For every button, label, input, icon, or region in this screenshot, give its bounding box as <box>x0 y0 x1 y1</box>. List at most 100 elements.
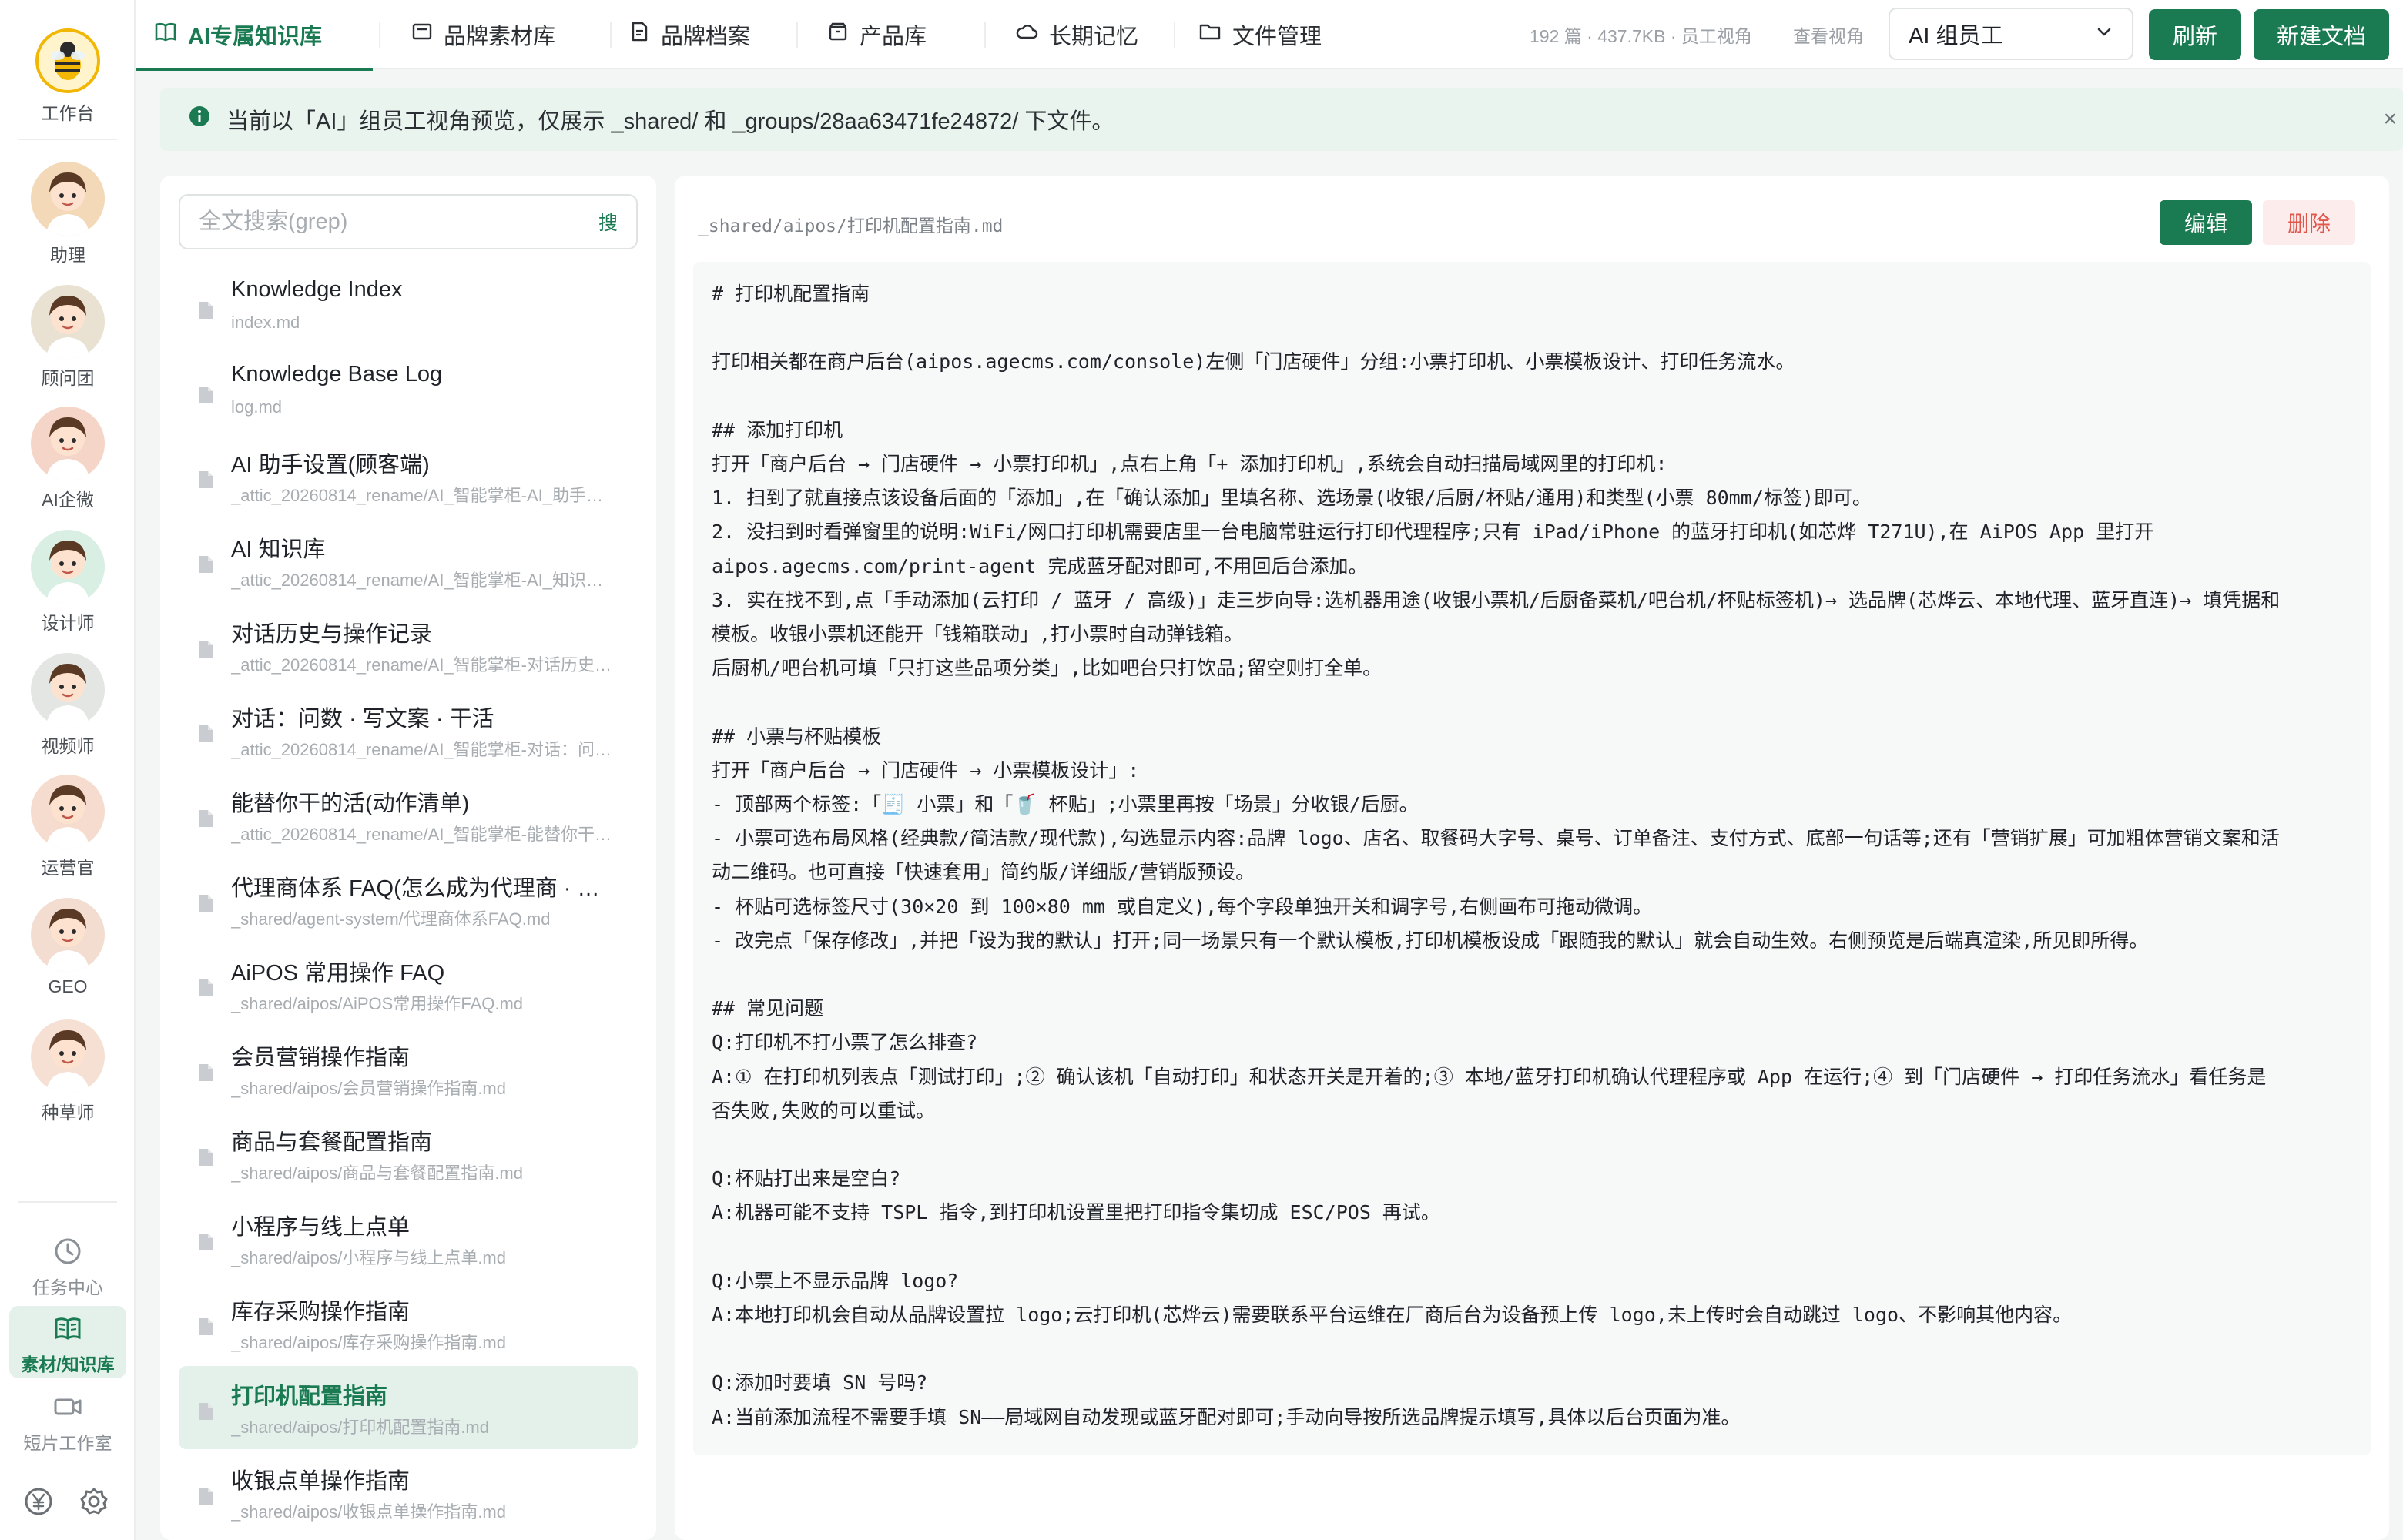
tab-label: 产品库 <box>860 25 927 49</box>
file-list-item[interactable]: 代理商体系 FAQ(怎么成为代理商 · 招商政策) _shared/agent-s… <box>179 858 638 941</box>
rail-tool-knowledge[interactable]: 素材/知识库 <box>9 1306 126 1378</box>
edit-button[interactable]: 编辑 <box>2160 200 2252 245</box>
file-list-item[interactable]: 小程序与线上点单 _shared/aipos/小程序与线上点单.md <box>179 1197 638 1280</box>
file-list-item[interactable]: 库存采购操作指南 _shared/aipos/库存采购操作指南.md <box>179 1281 638 1364</box>
file-list-item[interactable]: Knowledge Index index.md <box>179 265 638 348</box>
cloud-icon <box>1015 21 1038 49</box>
avatar <box>31 775 105 849</box>
folder-icon <box>1198 21 1222 49</box>
agent-label: 顾问团 <box>41 368 95 388</box>
delete-button[interactable]: 删除 <box>2263 200 2355 245</box>
agent-label: 视频师 <box>41 736 95 756</box>
gear-icon[interactable] <box>79 1486 109 1521</box>
tab-divider <box>1174 22 1175 48</box>
agent-item[interactable]: 种草师 <box>0 1019 136 1124</box>
file-list-item[interactable]: 对话历史与操作记录 _attic_20260814_rename/AI_智能掌柜-… <box>179 604 638 687</box>
yen-icon[interactable] <box>23 1486 54 1521</box>
file-list-item[interactable]: Knowledge Base Log log.md <box>179 350 638 433</box>
file-title: 库存采购操作指南 <box>231 1300 411 1324</box>
file-list-item[interactable]: 商品与套餐配置指南 _shared/aipos/商品与套餐配置指南.md <box>179 1112 638 1195</box>
file-list-panel: 搜 Knowledge Index index.md Knowledge Base … <box>160 176 656 1540</box>
file-list-item[interactable]: AiPOS 常用操作 FAQ _shared/aipos/AiPOS常用操作FAQ… <box>179 942 638 1026</box>
search-button[interactable]: 搜 <box>598 208 618 236</box>
agent-item[interactable]: 设计师 <box>0 530 136 634</box>
file-title: 对话：问数 · 写文案 · 干活 <box>231 707 494 732</box>
agent-item[interactable]: 运营官 <box>0 775 136 879</box>
file-icon <box>197 1232 214 1256</box>
workbench-label: 工作台 <box>41 103 95 123</box>
tab-brand-profile[interactable]: 品牌档案 <box>610 0 769 69</box>
file-list-item[interactable]: 收银点单操作指南 _shared/aipos/收银点单操作指南.md <box>179 1451 638 1534</box>
close-icon[interactable]: × <box>2383 106 2397 132</box>
tab-brand-assets[interactable]: 品牌素材库 <box>393 0 574 69</box>
file-list-item[interactable]: AI 助手设置(顾客端) _attic_20260814_rename/AI_智能… <box>179 434 638 517</box>
document-line: 打开「商户后台 → 门店硬件 → 小票打印机」,点右上角「+ 添加打印机」,系统… <box>712 452 1667 475</box>
agent-item[interactable]: AI企微 <box>0 407 136 511</box>
file-path: _attic_20260814_rename/AI_智能掌柜-对话：问数 · 写… <box>231 740 616 759</box>
file-title: AiPOS 常用操作 FAQ <box>231 961 445 986</box>
rail-tool-task-center[interactable]: 任务中心 <box>9 1229 126 1301</box>
tab-product-library[interactable]: 产品库 <box>809 0 945 69</box>
info-icon <box>188 105 211 134</box>
tab-label: 品牌档案 <box>661 25 751 49</box>
refresh-button[interactable]: 刷新 <box>2149 9 2241 60</box>
file-list-item[interactable]: 打印机配置指南 _shared/aipos/打印机配置指南.md <box>179 1366 638 1449</box>
tab-long-memory[interactable]: 长期记忆 <box>997 0 1157 69</box>
file-icon <box>197 1401 214 1425</box>
file-path: _attic_20260814_rename/AI_智能掌柜-对话历史与操作记录… <box>231 655 616 675</box>
document-line: - 小票可选布局风格(经典款/简洁款/现代款),勾选显示内容:品牌 logo、店… <box>712 827 2280 850</box>
file-title: AI 知识库 <box>231 537 326 562</box>
agent-item[interactable]: 视频师 <box>0 653 136 758</box>
rail-tool-label: 短片工作室 <box>23 1433 112 1453</box>
file-title: 会员营销操作指南 <box>231 1046 411 1070</box>
agent-item[interactable]: 顾问团 <box>0 285 136 390</box>
document-line: ## 小票与杯贴模板 <box>712 725 882 748</box>
document-line: A:本地打印机会自动从品牌设置拉 logo;云打印机(芯烨云)需要联系平台运维在… <box>712 1304 2073 1326</box>
tab-label: AI专属知识库 <box>188 25 323 49</box>
avatar <box>31 285 105 359</box>
document-line <box>712 685 2352 719</box>
tab-ai-knowledge[interactable]: AI专属知识库 <box>136 0 373 71</box>
file-path: _shared/agent-system/代理商体系FAQ.md <box>231 909 551 929</box>
file-icon <box>197 893 214 917</box>
file-path: _shared/aipos/AiPOS常用操作FAQ.md <box>231 994 524 1013</box>
chevron-down-icon <box>2095 22 2113 47</box>
workbench-button[interactable]: 工作台 <box>0 28 136 125</box>
file-title: Knowledge Index <box>231 277 403 302</box>
agent-item[interactable]: 助理 <box>0 162 136 266</box>
file-title: 代理商体系 FAQ(怎么成为代理商 · 招商政策) <box>231 876 616 901</box>
file-list-item[interactable]: 对话：问数 · 写文案 · 干活 _attic_20260814_rename/A… <box>179 688 638 772</box>
avatar <box>31 1019 105 1093</box>
tab-label: 长期记忆 <box>1049 25 1139 49</box>
file-list-item[interactable]: 会员营销操作指南 _shared/aipos/会员营销操作指南.md <box>179 1027 638 1110</box>
file-path: _attic_20260814_rename/AI_智能掌柜-能替你干的活(动作… <box>231 825 616 844</box>
avatar <box>31 898 105 972</box>
rail-tool-video-studio[interactable]: 短片工作室 <box>9 1384 126 1457</box>
file-icon <box>197 300 214 324</box>
file-path: index.md <box>231 313 300 332</box>
file-title: 能替你干的活(动作清单) <box>231 792 470 816</box>
tab-divider <box>379 22 380 48</box>
document-line: 否失败,失败的可以重试。 <box>712 1099 936 1122</box>
document-line: - 杯贴可选标签尺寸(30×20 到 100×80 mm 或自定义),每个字段单… <box>712 895 1653 918</box>
avatar <box>31 407 105 480</box>
document-line: 打开「商户后台 → 门店硬件 → 小票模板设计」: <box>712 758 1140 782</box>
document-line: 后厨机/吧台机可填「只打这些品项分类」,比如吧台只打饮品;留空则打全单。 <box>712 657 1382 680</box>
file-icon <box>197 1063 214 1086</box>
new-document-button[interactable]: 新建文档 <box>2254 9 2389 60</box>
file-icon <box>197 554 214 578</box>
file-list-item[interactable]: 能替你干的活(动作清单) _attic_20260814_rename/AI_智能… <box>179 773 638 856</box>
tab-divider <box>984 22 986 48</box>
document-line: Q:小票上不显示品牌 logo? <box>712 1269 959 1292</box>
document-icon <box>628 21 650 49</box>
tab-file-manager[interactable]: 文件管理 <box>1180 0 1340 69</box>
file-title: 对话历史与操作记录 <box>231 622 433 647</box>
file-path: _shared/aipos/会员营销操作指南.md <box>231 1079 506 1098</box>
file-icon <box>197 808 214 832</box>
search-input[interactable] <box>199 209 538 235</box>
agent-label: 运营官 <box>41 858 95 878</box>
file-title: 打印机配置指南 <box>231 1384 388 1409</box>
agent-item[interactable]: GEO <box>0 898 136 997</box>
view-select[interactable]: AI 组员工 <box>1889 8 2133 60</box>
file-list-item[interactable]: AI 知识库 _attic_20260814_rename/AI_智能掌柜-AI_… <box>179 519 638 602</box>
